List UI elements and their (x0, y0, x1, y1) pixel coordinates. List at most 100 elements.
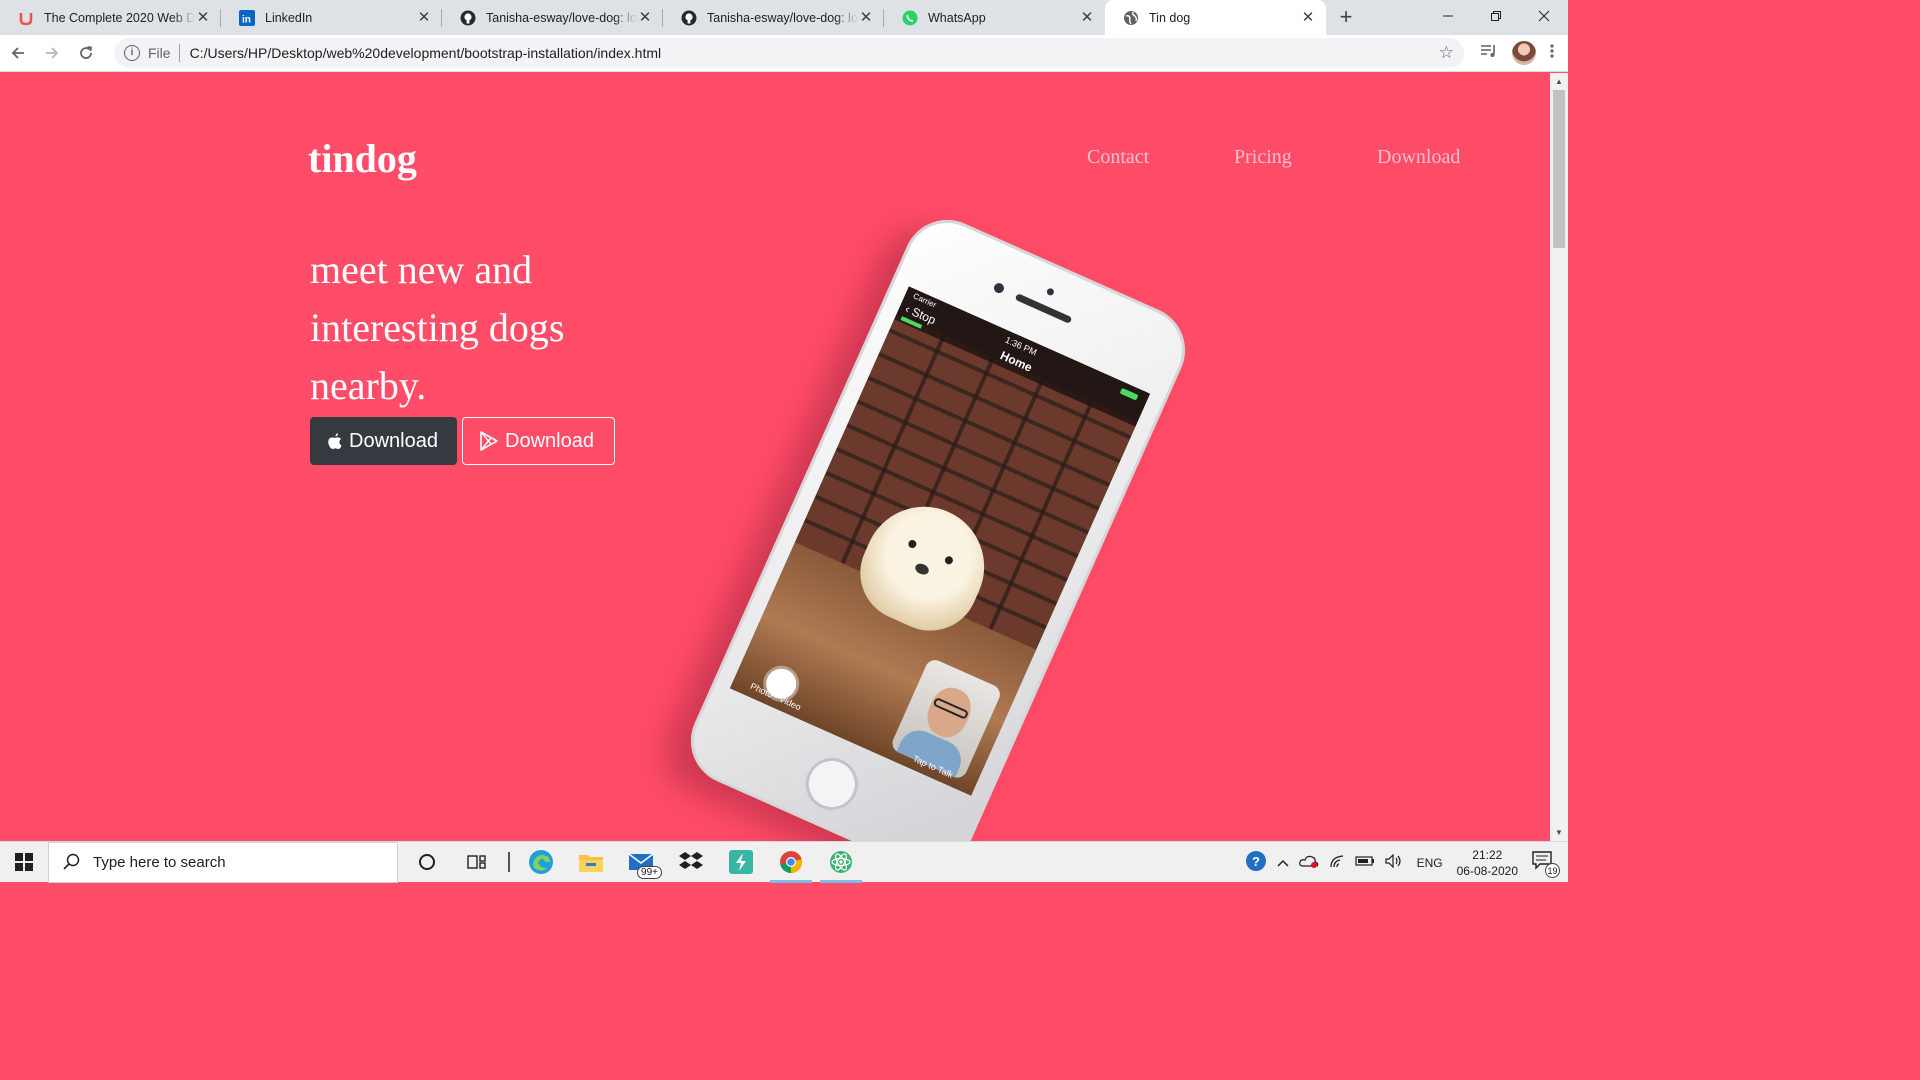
page-viewport: tindog Contact Pricing Download meet new… (0, 73, 1550, 841)
nav-link-pricing[interactable]: Pricing (1234, 146, 1292, 169)
tab-title: WhatsApp (928, 10, 986, 25)
scheme-label: File (148, 45, 171, 61)
url-text[interactable]: C:/Users/HP/Desktop/web%20development/bo… (190, 45, 1439, 61)
bookmark-star-icon[interactable]: ☆ (1439, 43, 1454, 63)
browser-tab[interactable]: The Complete 2020 Web Dev ✕ (0, 0, 221, 35)
file-explorer-icon[interactable] (566, 842, 616, 883)
edge-icon[interactable] (516, 842, 566, 883)
tab-title: The Complete 2020 Web Dev (44, 10, 195, 25)
scroll-up-arrow[interactable]: ▲ (1550, 73, 1568, 90)
scroll-down-arrow[interactable]: ▼ (1550, 824, 1568, 841)
whatsapp-icon (902, 10, 918, 26)
svg-text:in: in (242, 14, 251, 25)
windows-taskbar: Type here to search 99+ ? ENG 21:22 06-0… (0, 841, 1568, 883)
close-icon[interactable]: ✕ (1300, 9, 1316, 26)
apple-icon (327, 432, 343, 450)
page-scrollbar[interactable]: ▲ ▼ (1550, 73, 1568, 841)
linkedin-icon: in (239, 9, 255, 26)
forward-button[interactable] (36, 37, 68, 69)
dog-eye (907, 538, 918, 550)
system-clock[interactable]: 21:22 06-08-2020 (1457, 847, 1518, 879)
close-icon[interactable]: ✕ (1079, 9, 1095, 26)
button-label: Download (505, 429, 594, 452)
close-icon[interactable]: ✕ (858, 9, 874, 26)
browser-toolbar: i File C:/Users/HP/Desktop/web%20develop… (0, 35, 1568, 72)
reload-icon (80, 46, 93, 59)
browser-tab[interactable]: in LinkedIn ✕ (221, 0, 442, 35)
info-icon[interactable]: i (124, 45, 140, 61)
reload-button[interactable] (70, 37, 102, 69)
close-icon[interactable]: ✕ (195, 9, 211, 26)
tab-title: Tin dog (1149, 10, 1191, 25)
language-indicator[interactable]: ENG (1417, 856, 1443, 870)
chevron-up-icon[interactable] (1277, 856, 1289, 870)
profile-avatar[interactable] (1512, 41, 1536, 65)
globe-icon (1123, 10, 1139, 26)
search-placeholder: Type here to search (93, 853, 226, 871)
clock-time: 21:22 (1472, 847, 1503, 862)
mail-icon[interactable]: 99+ (616, 842, 666, 883)
google-play-icon (479, 431, 499, 451)
address-bar[interactable]: i File C:/Users/HP/Desktop/web%20develop… (114, 38, 1464, 68)
arrow-left-icon (11, 47, 24, 59)
github-icon (681, 10, 697, 26)
new-tab-button[interactable]: + (1332, 4, 1360, 32)
browser-tab[interactable]: Tanisha-esway/love-dog: lov ✕ (442, 0, 663, 35)
brand-logo[interactable]: tindog (308, 135, 417, 182)
tab-title: Tanisha-esway/love-dog: lov (707, 10, 858, 25)
close-icon[interactable]: ✕ (416, 9, 432, 26)
close-icon[interactable]: ✕ (637, 9, 653, 26)
atom-editor-icon[interactable] (816, 842, 866, 883)
chrome-icon[interactable] (766, 842, 816, 883)
browser-tab-active[interactable]: Tin dog ✕ (1105, 0, 1326, 35)
cortana-icon[interactable] (402, 842, 452, 883)
battery-icon (1119, 387, 1139, 401)
apple-download-button[interactable]: Download (310, 417, 457, 465)
onedrive-icon[interactable] (1298, 854, 1319, 871)
task-view-icon[interactable] (452, 842, 502, 883)
arrow-right-icon (46, 47, 59, 59)
button-label: Download (349, 429, 438, 452)
hero-headline: meet new and interesting dogs nearby. (310, 247, 565, 408)
github-icon (460, 10, 476, 26)
nav-link-contact[interactable]: Contact (1087, 146, 1149, 169)
restore-button[interactable] (1472, 0, 1520, 32)
browser-tab[interactable]: WhatsApp ✕ (884, 0, 1105, 35)
clock-date: 06-08-2020 (1456, 863, 1518, 878)
back-button[interactable] (2, 37, 34, 69)
taskbar-search-box[interactable]: Type here to search (48, 841, 398, 883)
browser-tab-strip: The Complete 2020 Web Dev ✕ in LinkedIn … (0, 0, 1568, 35)
battery-icon[interactable] (1354, 855, 1375, 870)
nav-link-download[interactable]: Download (1377, 146, 1460, 169)
dog-eye (943, 555, 955, 566)
windows-logo-icon (15, 853, 33, 871)
start-button[interactable] (0, 842, 48, 883)
media-control-icon[interactable] (1480, 43, 1498, 64)
dog-nose (913, 561, 931, 577)
google-play-download-button[interactable]: Download (462, 417, 615, 465)
menu-icon[interactable] (1550, 43, 1554, 64)
tab-title: Tanisha-esway/love-dog: lov (486, 10, 637, 25)
system-tray: ? ENG 21:22 06-08-2020 19 (1245, 842, 1568, 883)
mail-badge: 99+ (637, 865, 662, 879)
close-window-button[interactable] (1520, 0, 1568, 32)
wifi-icon[interactable] (1329, 854, 1345, 871)
notification-count: 19 (1545, 863, 1560, 878)
dropbox-icon[interactable] (666, 842, 716, 883)
svg-text:?: ? (1252, 854, 1260, 869)
sketch-app-icon[interactable] (716, 842, 766, 883)
taskbar-divider-icon (502, 842, 516, 883)
volume-icon[interactable] (1384, 853, 1403, 871)
notification-center-icon[interactable]: 19 (1532, 851, 1560, 878)
window-controls (1424, 0, 1568, 32)
iphone-mockup-image: Carrier ‹ Stop 1:36 PM Home Photo · Vide… (676, 205, 1200, 841)
tab-title: LinkedIn (265, 10, 313, 25)
help-icon[interactable]: ? (1245, 850, 1267, 875)
scrollbar-thumb[interactable] (1553, 90, 1565, 248)
search-icon (63, 853, 80, 870)
browser-tab[interactable]: Tanisha-esway/love-dog: lov ✕ (663, 0, 884, 35)
udemy-icon (18, 10, 34, 26)
divider (178, 44, 180, 62)
minimize-button[interactable] (1424, 0, 1472, 32)
toolbar-right (1480, 41, 1554, 65)
